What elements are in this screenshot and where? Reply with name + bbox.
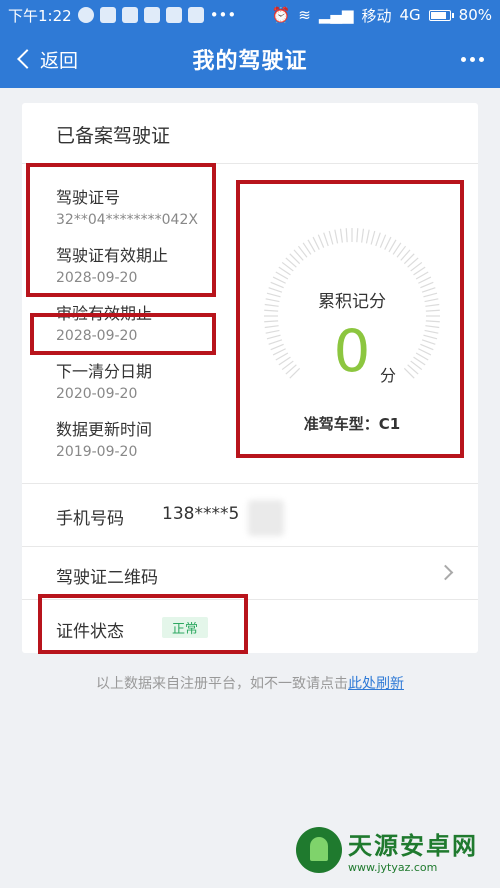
redacted-mask [248, 500, 284, 536]
status-bar: 下午1:22 ••• ⏰ ≋ ▂▄▆ 移动 4G 80% [0, 0, 500, 30]
app-icon [165, 7, 182, 23]
qrcode-label: 驾驶证二维码 [56, 568, 158, 588]
refresh-link[interactable]: 此处刷新 [348, 676, 404, 692]
highlight-box [38, 594, 248, 654]
penguin-icon [77, 7, 94, 23]
highlight-box [26, 163, 216, 297]
page-title: 我的驾驶证 [192, 49, 308, 74]
nav-bar: 返回 我的驾驶证 [0, 30, 500, 88]
wifi-icon: ≋ [298, 6, 311, 24]
signal-icon: ▂▄▆ [318, 6, 354, 24]
divider [22, 483, 478, 484]
battery-label: 80% [458, 6, 492, 24]
data-updated-label: 数据更新时间 [56, 420, 153, 439]
battery-icon [428, 9, 454, 21]
more-notifications-icon: ••• [209, 6, 237, 24]
back-button[interactable]: 返回 [14, 30, 78, 88]
app-icon [187, 7, 204, 23]
watermark-title: 天源安卓网 [348, 832, 478, 860]
dot-icon [479, 56, 484, 62]
back-label: 返回 [40, 49, 79, 72]
next-reset-label: 下一清分日期 [56, 362, 153, 381]
chevron-right-icon [437, 564, 454, 581]
more-button[interactable] [461, 30, 484, 88]
data-updated-value: 2019-09-20 [56, 444, 138, 460]
highlight-box [236, 180, 464, 458]
dot-icon [470, 56, 475, 62]
phone-value: 138****5 [162, 504, 240, 524]
watermark-url: www.jytyaz.com [348, 861, 438, 874]
alarm-icon: ⏰ [271, 6, 291, 24]
carrier-label: 移动 [361, 6, 392, 25]
section-title: 已备案驾驶证 [56, 125, 171, 147]
watermark: 天源安卓网 www.jytyaz.com [296, 826, 478, 874]
status-time: 下午1:22 [8, 6, 72, 25]
footer-text: 以上数据来自注册平台，如不一致请点击 [96, 676, 348, 692]
network-label: 4G [399, 6, 421, 24]
watermark-logo-icon [296, 827, 342, 873]
next-reset-value: 2020-09-20 [56, 386, 138, 402]
qrcode-row[interactable]: 驾驶证二维码 [22, 547, 478, 599]
app-icon [121, 7, 138, 23]
app-icon [143, 7, 160, 23]
chevron-left-icon [17, 49, 37, 69]
app-icon [99, 7, 116, 23]
footer-note: 以上数据来自注册平台，如不一致请点击此处刷新 [0, 673, 500, 693]
highlight-box [30, 313, 216, 355]
dot-icon [461, 56, 466, 62]
phone-label: 手机号码 [56, 509, 124, 529]
